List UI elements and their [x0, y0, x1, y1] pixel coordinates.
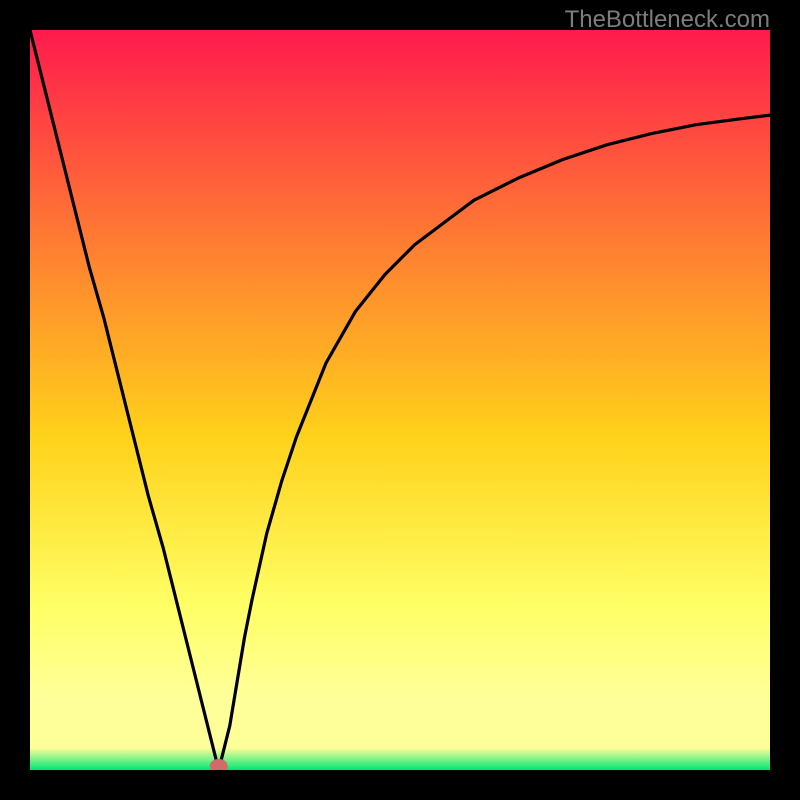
chart-frame: TheBottleneck.com — [0, 0, 800, 800]
gradient-background — [30, 30, 770, 770]
chart-svg — [30, 30, 770, 770]
plot-area — [30, 30, 770, 770]
attribution-text: TheBottleneck.com — [565, 6, 770, 34]
